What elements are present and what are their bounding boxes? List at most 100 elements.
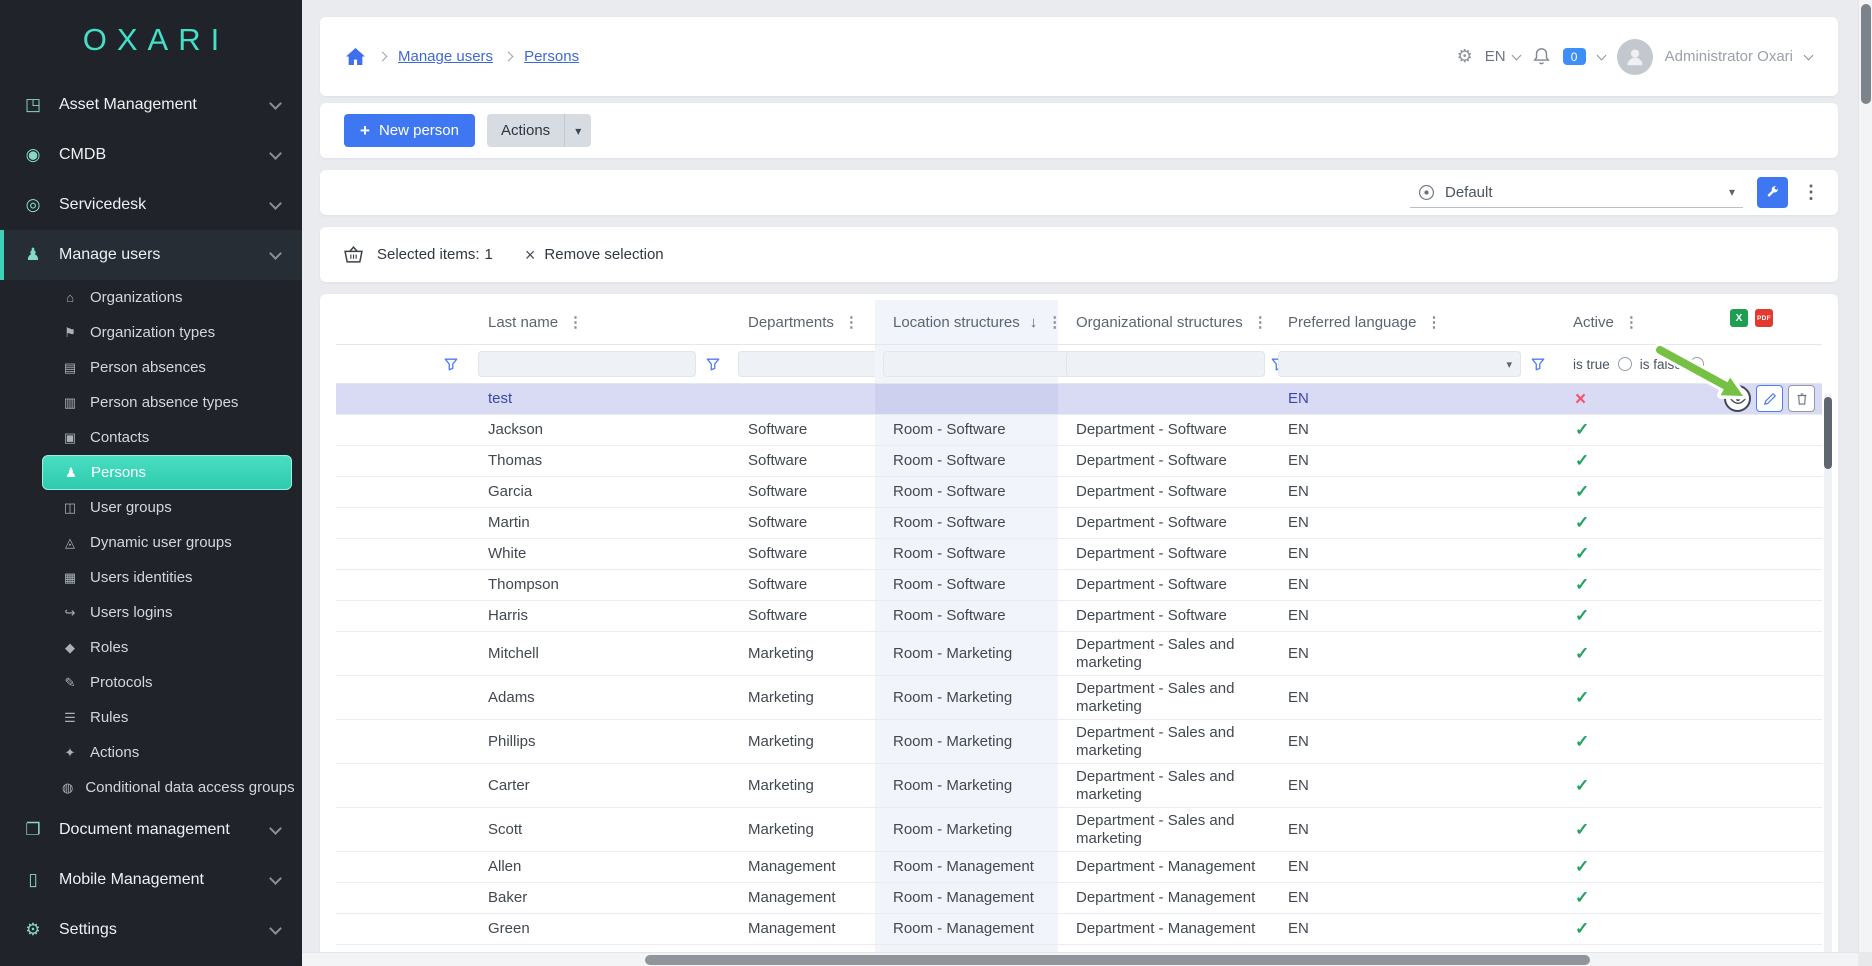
sidebar-item-organization-types[interactable]: ⚑Organization types [42,315,292,350]
column-header-active[interactable]: Active⋮ [1555,300,1822,344]
column-header-location-structures[interactable]: Location structures↓⋮ [875,300,1058,344]
cell-last-name: Garcia [470,477,730,507]
sidebar-item-protocols[interactable]: ✎Protocols [42,665,292,700]
horizontal-scrollbar-thumb[interactable] [645,955,1590,965]
table-row[interactable]: GarciaSoftwareRoom - SoftwareDepartment … [336,477,1822,508]
new-person-button[interactable]: + New person [344,114,475,147]
sidebar-item-roles[interactable]: ◆Roles [42,630,292,665]
sort-desc-icon[interactable]: ↓ [1030,314,1038,331]
sidebar-item-users-logins[interactable]: ↪Users logins [42,595,292,630]
cell-location-structure: Room - Management [875,852,1058,882]
cell-select [336,384,470,414]
filter-input-location-structures[interactable] [883,351,1082,377]
view-select[interactable]: Default ▾ [1410,177,1743,208]
column-menu-icon[interactable]: ⋮ [1624,313,1639,331]
table-row[interactable]: PhillipsMarketingRoom - MarketingDepartm… [336,720,1822,764]
cell-department: Software [730,570,875,600]
excel-export-icon[interactable]: X [1730,309,1748,327]
filter-select-preferred-language[interactable]: ▾ [1278,351,1521,377]
table-row[interactable]: ScottMarketingRoom - MarketingDepartment… [336,808,1822,852]
table-filter-row: ▾is trueis false [336,345,1822,384]
sidebar-item-label: Contacts [90,429,149,446]
chevron-down-icon[interactable] [1596,50,1606,60]
table-row[interactable]: WhiteSoftwareRoom - SoftwareDepartment -… [336,539,1822,570]
sidebar-item-mobile-management[interactable]: ▯Mobile Management [0,855,302,905]
pdf-export-icon[interactable]: PDF [1755,309,1773,327]
column-menu-icon[interactable]: ⋮ [1253,313,1268,331]
sidebar-item-document-management[interactable]: ❐Document management [0,805,302,855]
horizontal-scrollbar[interactable] [302,952,1858,966]
more-options-icon[interactable]: ⋮ [1802,182,1820,203]
table-scrollbar[interactable] [1824,394,1832,956]
table-row[interactable]: testEN× [336,384,1822,415]
sidebar-item-actions[interactable]: ✦Actions [42,735,292,770]
sidebar-item-manage-users[interactable]: ♟Manage users [0,230,302,280]
table-row[interactable]: CarterMarketingRoom - MarketingDepartmen… [336,764,1822,808]
table-row[interactable]: ThompsonSoftwareRoom - SoftwareDepartmen… [336,570,1822,601]
sidebar-item-contacts[interactable]: ▣Contacts [42,420,292,455]
view-row-button[interactable] [1724,385,1751,412]
sidebar-item-asset-management[interactable]: ◳Asset Management [0,80,302,130]
filter-cell-select [336,345,470,383]
column-header-last-name[interactable]: Last name⋮ [470,300,730,344]
column-header-organizational-structures[interactable]: Organizational structures⋮ [1058,300,1270,344]
gear-icon[interactable]: ⚙ [1457,46,1473,67]
filter-icon[interactable] [702,353,724,375]
chevron-down-icon[interactable] [1804,50,1814,60]
user-menu[interactable]: Administrator Oxari [1665,48,1793,65]
filter-icon[interactable] [1527,353,1549,375]
table-row[interactable]: AdamsMarketingRoom - MarketingDepartment… [336,676,1822,720]
sidebar-item-conditional-data-access-groups[interactable]: ◍Conditional data access groups [42,770,292,805]
filter-input-last-name[interactable] [478,351,696,377]
edit-row-button[interactable] [1756,385,1783,412]
sidebar-item-users-identities[interactable]: ▦Users identities [42,560,292,595]
column-header-departments[interactable]: Departments ⋮ [730,300,875,344]
sidebar-item-persons[interactable]: ♟Persons [42,455,292,490]
actions-button[interactable]: Actions ▾ [487,114,591,147]
radio-is-true[interactable] [1618,357,1632,371]
bell-icon[interactable] [1532,47,1551,66]
table-row[interactable]: MitchellMarketingRoom - MarketingDepartm… [336,632,1822,676]
vertical-scrollbar[interactable] [1858,0,1872,952]
filter-icon[interactable] [440,353,462,375]
cell-last-name: Baker [470,883,730,913]
column-menu-icon[interactable]: ⋮ [1426,313,1441,331]
sidebar-item-servicedesk[interactable]: ◎Servicedesk [0,180,302,230]
chevron-down-icon [269,97,282,110]
remove-selection-button[interactable]: × Remove selection [525,246,664,264]
filter-input-organizational-structures[interactable] [1066,351,1265,377]
avatar[interactable] [1617,39,1653,75]
sidebar-item-dynamic-user-groups[interactable]: ◬Dynamic user groups [42,525,292,560]
table-row[interactable]: AllenManagementRoom - ManagementDepartme… [336,852,1822,883]
vertical-scrollbar-thumb[interactable] [1861,4,1871,104]
column-header-label: Departments [748,314,834,331]
sidebar-item-settings[interactable]: ⚙Settings [0,905,302,955]
delete-row-button[interactable] [1788,385,1815,412]
table-row[interactable]: BakerManagementRoom - ManagementDepartme… [336,883,1822,914]
column-menu-icon[interactable]: ⋮ [568,313,583,331]
sidebar-item-organizations[interactable]: ⌂Organizations [42,280,292,315]
cell-preferred-language: EN [1270,384,1555,414]
breadcrumb-persons[interactable]: Persons [524,48,579,65]
home-icon[interactable] [346,48,365,65]
table-scrollbar-thumb[interactable] [1824,397,1832,469]
table-row[interactable]: ThomasSoftwareRoom - SoftwareDepartment … [336,446,1822,477]
sidebar-item-person-absence-types[interactable]: ▥Person absence types [42,385,292,420]
sidebar-item-user-groups[interactable]: ◫User groups [42,490,292,525]
column-header-label: Preferred language [1288,314,1416,331]
sidebar-item-label: Organization types [90,324,215,341]
sidebar-item-rules[interactable]: ☰Rules [42,700,292,735]
table-row[interactable]: GreenManagementRoom - ManagementDepartme… [336,914,1822,945]
table-settings-button[interactable] [1757,177,1788,208]
radio-is-false[interactable] [1690,357,1704,371]
column-menu-icon[interactable]: ⋮ [844,313,859,331]
sidebar-item-person-absences[interactable]: ▤Person absences [42,350,292,385]
sidebar-item-cmdb[interactable]: ◉CMDB [0,130,302,180]
view-name: Default [1445,184,1493,201]
table-row[interactable]: MartinSoftwareRoom - SoftwareDepartment … [336,508,1822,539]
column-header-preferred-language[interactable]: Preferred language ⋮ [1270,300,1555,344]
language-selector[interactable]: EN [1485,48,1520,65]
breadcrumb-manage-users[interactable]: Manage users [398,48,493,65]
table-row[interactable]: JacksonSoftwareRoom - SoftwareDepartment… [336,415,1822,446]
table-row[interactable]: HarrisSoftwareRoom - SoftwareDepartment … [336,601,1822,632]
